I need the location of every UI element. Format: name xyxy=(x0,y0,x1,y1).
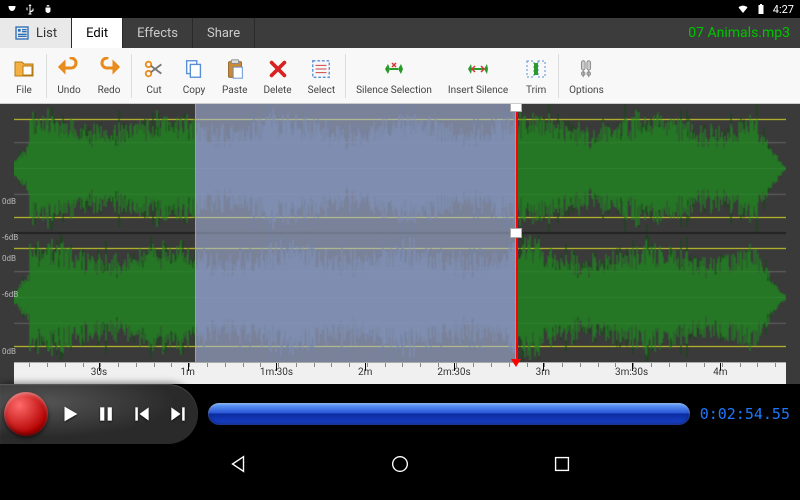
ruler-label: 3m xyxy=(536,367,550,378)
copy-button[interactable]: Copy xyxy=(174,55,214,96)
pause-button[interactable] xyxy=(92,394,120,434)
scissors-icon xyxy=(143,58,165,80)
file-icon xyxy=(12,57,36,81)
transport-cluster xyxy=(0,384,198,444)
bug-icon xyxy=(42,3,54,15)
ruler-label: 1m xyxy=(180,367,194,378)
paste-icon xyxy=(224,58,246,80)
ruler-label: 4m xyxy=(713,367,727,378)
list-icon xyxy=(14,25,30,41)
ruler-label: 1m:30s xyxy=(260,367,293,378)
prev-button[interactable] xyxy=(128,394,156,434)
home-button[interactable] xyxy=(389,453,411,479)
tab-effects-label: Effects xyxy=(137,26,178,41)
tab-list-label: List xyxy=(36,26,57,41)
clock-text: 4:27 xyxy=(773,3,794,16)
paste-button[interactable]: Paste xyxy=(214,55,255,96)
timecode-display: 0:02:54.55 xyxy=(700,405,790,423)
skip-next-icon xyxy=(168,404,188,424)
copy-icon xyxy=(183,58,205,80)
options-button[interactable]: Options xyxy=(561,55,612,96)
select-icon xyxy=(310,58,332,80)
db-scale: 0dB -6dB 0dB -6dB 0dB xyxy=(0,104,24,362)
trim-icon xyxy=(524,57,548,81)
silence-selection-icon xyxy=(382,57,406,81)
home-icon xyxy=(389,453,411,475)
next-button[interactable] xyxy=(164,394,192,434)
select-button[interactable]: Select xyxy=(300,55,343,96)
back-button[interactable] xyxy=(227,453,249,479)
tab-effects[interactable]: Effects xyxy=(123,18,193,48)
recents-icon xyxy=(551,453,573,475)
redo-icon xyxy=(97,57,121,81)
record-button[interactable] xyxy=(4,392,48,436)
tab-bar: List Edit Effects Share 07 Animals.mp3 xyxy=(0,18,800,48)
tab-share[interactable]: Share xyxy=(193,18,255,48)
options-icon xyxy=(575,57,597,81)
recents-button[interactable] xyxy=(551,453,573,479)
tab-share-label: Share xyxy=(207,26,240,41)
android-status-bar: 4:27 xyxy=(0,0,800,18)
ruler-label: 2m:30s xyxy=(437,367,470,378)
time-ruler[interactable]: 30s 1m 1m:30s 2m 2m:30s 3m 3m:30s 4m xyxy=(14,362,786,384)
battery-icon xyxy=(755,3,767,15)
undo-button[interactable]: Undo xyxy=(49,55,89,96)
silence-selection-button[interactable]: Silence Selection xyxy=(348,55,440,96)
waveform-area[interactable]: 0dB -6dB 0dB -6dB 0dB 30s 1m 1m:30s 2m 2m:30… xyxy=(0,104,800,384)
tab-list[interactable]: List xyxy=(0,18,72,48)
ruler-label: 3m:30s xyxy=(615,367,648,378)
selection-handle-mid[interactable] xyxy=(510,228,522,238)
tab-edit[interactable]: Edit xyxy=(72,18,123,48)
transport-bar: 0:02:54.55 xyxy=(0,384,800,444)
insert-silence-icon xyxy=(466,57,490,81)
delete-button[interactable]: Delete xyxy=(255,55,299,96)
selection-handle-top[interactable] xyxy=(510,104,522,112)
selection-region[interactable] xyxy=(195,104,515,362)
play-icon xyxy=(59,403,81,425)
cut-button[interactable]: Cut xyxy=(134,55,174,96)
back-icon xyxy=(227,453,249,475)
psi-icon xyxy=(6,3,18,15)
skip-previous-icon xyxy=(132,404,152,424)
redo-button[interactable]: Redo xyxy=(89,55,129,96)
ruler-label: 30s xyxy=(91,367,107,378)
tab-edit-label: Edit xyxy=(86,26,108,41)
delete-icon xyxy=(267,58,289,80)
toolbar: File Undo Redo Cut Copy Paste Delete Sel… xyxy=(0,48,800,104)
play-button[interactable] xyxy=(56,394,84,434)
wifi-icon xyxy=(737,3,749,15)
usb-icon xyxy=(24,3,36,15)
trim-button[interactable]: Trim xyxy=(516,55,556,96)
android-nav-bar xyxy=(0,444,800,488)
playback-progress-bar[interactable] xyxy=(208,403,690,425)
pause-icon xyxy=(96,404,116,424)
undo-icon xyxy=(57,57,81,81)
current-filename: 07 Animals.mp3 xyxy=(688,18,800,48)
file-button[interactable]: File xyxy=(4,55,44,96)
insert-silence-button[interactable]: Insert Silence xyxy=(440,55,516,96)
ruler-label: 2m xyxy=(358,367,372,378)
